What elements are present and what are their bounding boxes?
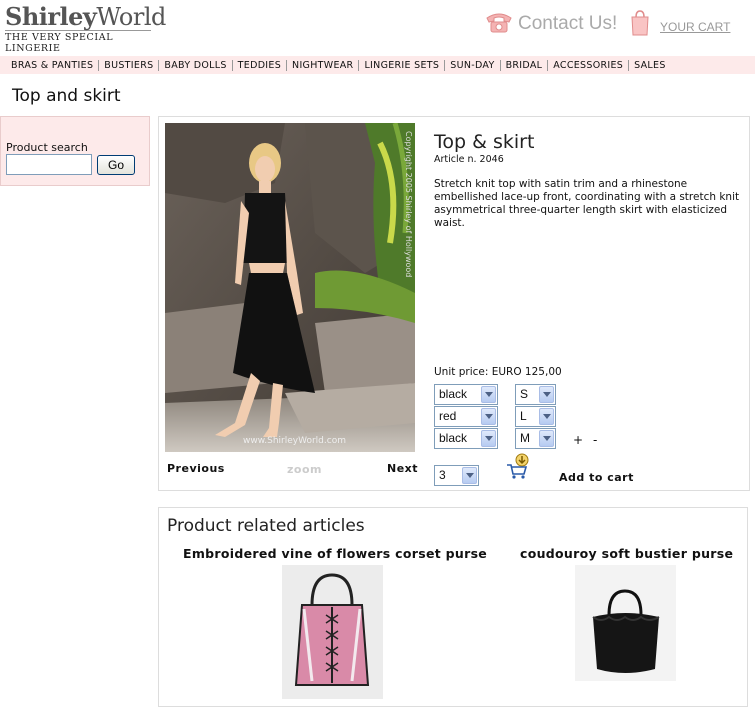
related-articles-panel: Product related articles Embroidered vin… bbox=[158, 507, 748, 707]
chevron-down-icon bbox=[481, 386, 496, 403]
related-articles-heading: Product related articles bbox=[167, 516, 365, 536]
nav-item-accessories[interactable]: ACCESSORIES bbox=[548, 60, 628, 71]
photo-copyright: Copyright 2005 Shirley of Hollywood bbox=[404, 131, 413, 278]
next-link[interactable]: Next bbox=[387, 462, 418, 475]
size-select-1[interactable]: S bbox=[515, 384, 556, 405]
nav-item-bras-panties[interactable]: BRAS & PANTIES bbox=[6, 60, 98, 71]
nav-item-sun-day[interactable]: SUN-DAY bbox=[445, 60, 499, 71]
product-detail-panel: Copyright 2005 Shirley of Hollywood www.… bbox=[158, 116, 750, 491]
page-title: Top and skirt bbox=[12, 86, 121, 106]
remove-row-button[interactable]: - bbox=[593, 433, 597, 447]
chevron-down-icon bbox=[481, 430, 496, 447]
unit-price: Unit price: EURO 125,00 bbox=[434, 366, 562, 378]
search-go-button[interactable]: Go bbox=[97, 155, 135, 175]
product-search-label: Product search bbox=[6, 141, 88, 154]
chevron-down-icon bbox=[539, 430, 554, 447]
category-nav: BRAS & PANTIES BUSTIERS BABY DOLLS TEDDI… bbox=[0, 56, 755, 74]
nav-item-baby-dolls[interactable]: BABY DOLLS bbox=[159, 60, 231, 71]
color-select-3[interactable]: black bbox=[434, 428, 498, 449]
nav-item-lingerie-sets[interactable]: LINGERIE SETS bbox=[359, 60, 444, 71]
telephone-icon bbox=[484, 10, 514, 38]
previous-link[interactable]: Previous bbox=[167, 462, 225, 475]
color-select-2[interactable]: red bbox=[434, 406, 498, 427]
related-item-image[interactable] bbox=[282, 565, 383, 703]
size-select-3[interactable]: M bbox=[515, 428, 556, 449]
logo-wordmark: ShirleyWorld bbox=[5, 2, 166, 31]
nav-item-sales[interactable]: SALES bbox=[629, 60, 671, 71]
shopping-bag-icon bbox=[630, 9, 650, 41]
logo-tagline: THE VERY SPECIAL LINGERIE bbox=[5, 30, 151, 54]
nav-item-bridal[interactable]: BRIDAL bbox=[501, 60, 548, 71]
color-select-value: red bbox=[439, 409, 457, 423]
color-select-value: black bbox=[439, 387, 468, 401]
nav-item-teddies[interactable]: TEDDIES bbox=[233, 60, 286, 71]
related-item-title[interactable]: coudouroy soft bustier purse bbox=[520, 546, 733, 561]
contact-us-link[interactable]: Contact Us! bbox=[484, 10, 617, 38]
quantity-value: 3 bbox=[439, 468, 446, 482]
product-search-panel: Product search Go bbox=[0, 116, 150, 186]
product-photo[interactable]: Copyright 2005 Shirley of Hollywood www.… bbox=[165, 123, 415, 452]
size-select-value: L bbox=[520, 409, 527, 423]
related-item-title[interactable]: Embroidered vine of flowers corset purse bbox=[183, 546, 487, 561]
size-select-value: S bbox=[520, 387, 529, 401]
chevron-down-icon bbox=[462, 467, 477, 484]
contact-us-label: Contact Us! bbox=[518, 13, 618, 34]
your-cart-link[interactable]: YOUR CART bbox=[630, 9, 730, 41]
size-select-value: M bbox=[520, 431, 530, 445]
product-search-input[interactable] bbox=[6, 154, 92, 175]
chevron-down-icon bbox=[539, 408, 554, 425]
add-row-button[interactable]: + bbox=[573, 433, 583, 447]
site-logo[interactable]: ShirleyWorld THE VERY SPECIAL LINGERIE bbox=[5, 4, 166, 54]
nav-item-nightwear[interactable]: NIGHTWEAR bbox=[287, 60, 358, 71]
nav-item-bustiers[interactable]: BUSTIERS bbox=[99, 60, 158, 71]
chevron-down-icon bbox=[539, 386, 554, 403]
zoom-link[interactable]: zoom bbox=[287, 463, 322, 476]
quantity-select[interactable]: 3 bbox=[434, 465, 479, 486]
product-article-number: Article n. 2046 bbox=[434, 154, 504, 165]
shopping-cart-icon[interactable] bbox=[505, 453, 531, 483]
chevron-down-icon bbox=[481, 408, 496, 425]
color-select-1[interactable]: black bbox=[434, 384, 498, 405]
add-to-cart-button[interactable]: Add to cart bbox=[559, 471, 634, 484]
product-description: Stretch knit top with satin trim and a r… bbox=[434, 178, 740, 229]
product-title: Top & skirt bbox=[434, 131, 535, 153]
related-item-image[interactable] bbox=[575, 565, 676, 685]
photo-watermark: www.ShirleyWorld.com bbox=[243, 436, 346, 446]
color-select-value: black bbox=[439, 431, 468, 445]
your-cart-label: YOUR CART bbox=[660, 20, 731, 34]
size-select-2[interactable]: L bbox=[515, 406, 556, 427]
